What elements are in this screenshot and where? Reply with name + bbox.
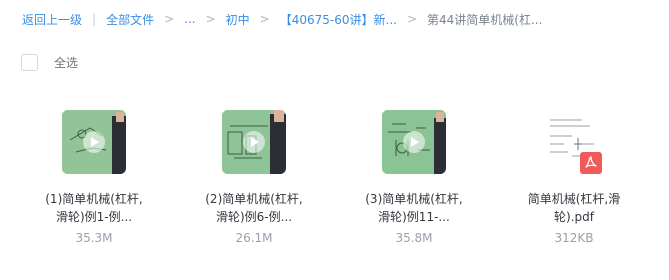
breadcrumb: 返回上一级 | 全部文件 > ... > 初中 > 【40675-60讲】新..…	[22, 11, 542, 27]
pdf-icon	[580, 152, 602, 174]
breadcrumb-current: 第44讲简单机械(杠...	[427, 12, 543, 27]
file-tile[interactable]: (1)简单机械(杠杆, 滑轮)例1-例... 35.3M	[24, 110, 164, 245]
file-tile[interactable]: (2)简单机械(杠杆, 滑轮)例6-例... 26.1M	[184, 110, 324, 245]
video-thumbnail[interactable]	[62, 110, 126, 174]
breadcrumb-junior-high[interactable]: 初中	[226, 11, 250, 28]
breadcrumb-ellipsis[interactable]: ...	[184, 12, 195, 26]
breadcrumb-course-folder[interactable]: 【40675-60讲】新...	[280, 11, 397, 28]
breadcrumb-separator: >	[406, 12, 418, 26]
file-size: 35.3M	[75, 231, 113, 245]
select-all-label[interactable]: 全选	[54, 54, 78, 71]
pdf-thumbnail[interactable]	[542, 110, 606, 174]
video-thumbnail[interactable]	[382, 110, 446, 174]
back-link[interactable]: 返回上一级	[22, 11, 82, 28]
file-size: 35.8M	[395, 231, 433, 245]
file-name[interactable]: (1)简单机械(杠杆, 滑轮)例1-例...	[44, 190, 144, 226]
breadcrumb-separator: >	[205, 12, 216, 26]
file-name[interactable]: 简单机械(杠杆,滑 轮).pdf	[524, 190, 624, 226]
play-icon	[243, 131, 265, 153]
select-all: 全选	[21, 54, 78, 71]
select-all-checkbox[interactable]	[21, 54, 38, 71]
breadcrumb-divider: |	[92, 12, 97, 26]
file-name[interactable]: (3)简单机械(杠杆, 滑轮)例11-...	[364, 190, 464, 226]
file-name[interactable]: (2)简单机械(杠杆, 滑轮)例6-例...	[204, 190, 304, 226]
file-size: 312KB	[554, 231, 594, 245]
breadcrumb-all-files[interactable]: 全部文件	[106, 11, 154, 28]
file-size: 26.1M	[235, 231, 273, 245]
breadcrumb-separator: >	[164, 12, 175, 26]
file-grid: (1)简单机械(杠杆, 滑轮)例1-例... 35.3M (2)简单机械(杠杆,…	[0, 110, 669, 280]
breadcrumb-separator: >	[259, 12, 270, 26]
file-tile[interactable]: (3)简单机械(杠杆, 滑轮)例11-... 35.8M	[344, 110, 484, 245]
play-icon	[403, 131, 425, 153]
file-tile[interactable]: 简单机械(杠杆,滑 轮).pdf 312KB	[504, 110, 644, 245]
play-icon	[83, 131, 105, 153]
video-thumbnail[interactable]	[222, 110, 286, 174]
